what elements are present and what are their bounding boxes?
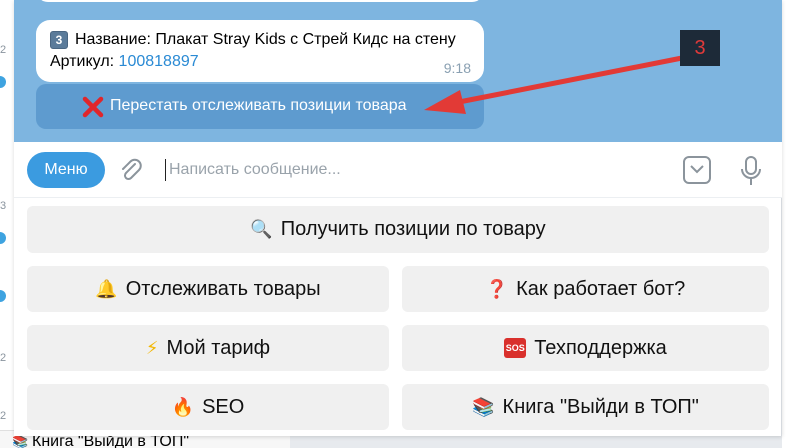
bell-icon: 🔔 (95, 278, 118, 299)
keycap-icon: 3 (50, 31, 68, 49)
fire-icon: 🔥 (171, 396, 195, 417)
keyboard-toggle-button[interactable] (683, 156, 711, 184)
chat-list-count: 2 (0, 410, 7, 422)
chat-list-count: 3 (0, 200, 7, 212)
track-products-button[interactable]: 🔔 Отслеживать товары (27, 266, 389, 312)
chat-list-count: 2 (0, 44, 7, 56)
stop-tracking-label: Перестать отслеживать позиции товара (110, 97, 407, 114)
window-backdrop (290, 436, 782, 448)
magnifier-icon: 🔍 (250, 219, 273, 239)
how-it-works-label: Как работает бот? (516, 277, 686, 300)
seo-label: SEO (202, 395, 245, 418)
book-button[interactable]: 📚 Книга "Выйди в ТОП" (402, 384, 769, 430)
books-icon: 📚 (12, 434, 29, 448)
how-it-works-button[interactable]: ❓ Как работает бот? (402, 266, 769, 312)
message-input[interactable] (169, 159, 669, 181)
previous-message-fragment (36, 0, 484, 2)
article-label: Артикул: (50, 53, 119, 70)
stop-tracking-button[interactable]: Перестать отслеживать позиции товара (36, 84, 484, 129)
cross-mark-icon (82, 96, 104, 118)
chevron-down-icon (690, 165, 704, 174)
book-label: Книга "Выйди в ТОП" (502, 395, 699, 418)
chat-window: 3 Название: Плакат Stray Kids с Стрей Ки… (14, 0, 782, 436)
article-link[interactable]: 100818897 (119, 53, 199, 70)
message-time: 9:18 (443, 60, 471, 76)
track-products-label: Отслеживать товары (125, 277, 321, 300)
composer: Меню (14, 142, 782, 198)
text-caret (165, 159, 166, 181)
paperclip-icon[interactable] (119, 158, 143, 184)
support-button[interactable]: SOS Техподдержка (402, 325, 769, 371)
get-positions-button[interactable]: 🔍 Получить позиции по товару (27, 206, 769, 253)
window-edge (782, 0, 808, 448)
support-label: Техподдержка (534, 336, 667, 359)
message-area[interactable]: 3 Название: Плакат Stray Kids с Стрей Ки… (14, 0, 782, 142)
menu-button[interactable]: Меню (27, 152, 105, 188)
my-tariff-label: Мой тариф (166, 336, 271, 359)
product-title-line: 3 Название: Плакат Stray Kids с Стрей Ки… (50, 31, 456, 49)
product-title: Название: Плакат Stray Kids с Стрей Кидс… (75, 31, 456, 48)
product-article-line: Артикул: 100818897 (50, 53, 199, 71)
sos-icon: SOS (504, 338, 527, 358)
seo-button[interactable]: 🔥 SEO (27, 384, 389, 430)
microphone-icon[interactable] (740, 155, 762, 187)
books-icon: 📚 (472, 396, 495, 417)
my-tariff-button[interactable]: ⚡ Мой тариф (27, 325, 389, 371)
product-message[interactable]: 3 Название: Плакат Stray Kids с Стрей Ки… (36, 20, 484, 82)
get-positions-label: Получить позиции по товару (280, 218, 546, 240)
question-mark-icon: ❓ (485, 278, 509, 299)
annotation-step-badge: 3 (680, 30, 720, 66)
lightning-icon: ⚡ (145, 337, 159, 358)
chat-list-count: 2 (0, 352, 7, 364)
